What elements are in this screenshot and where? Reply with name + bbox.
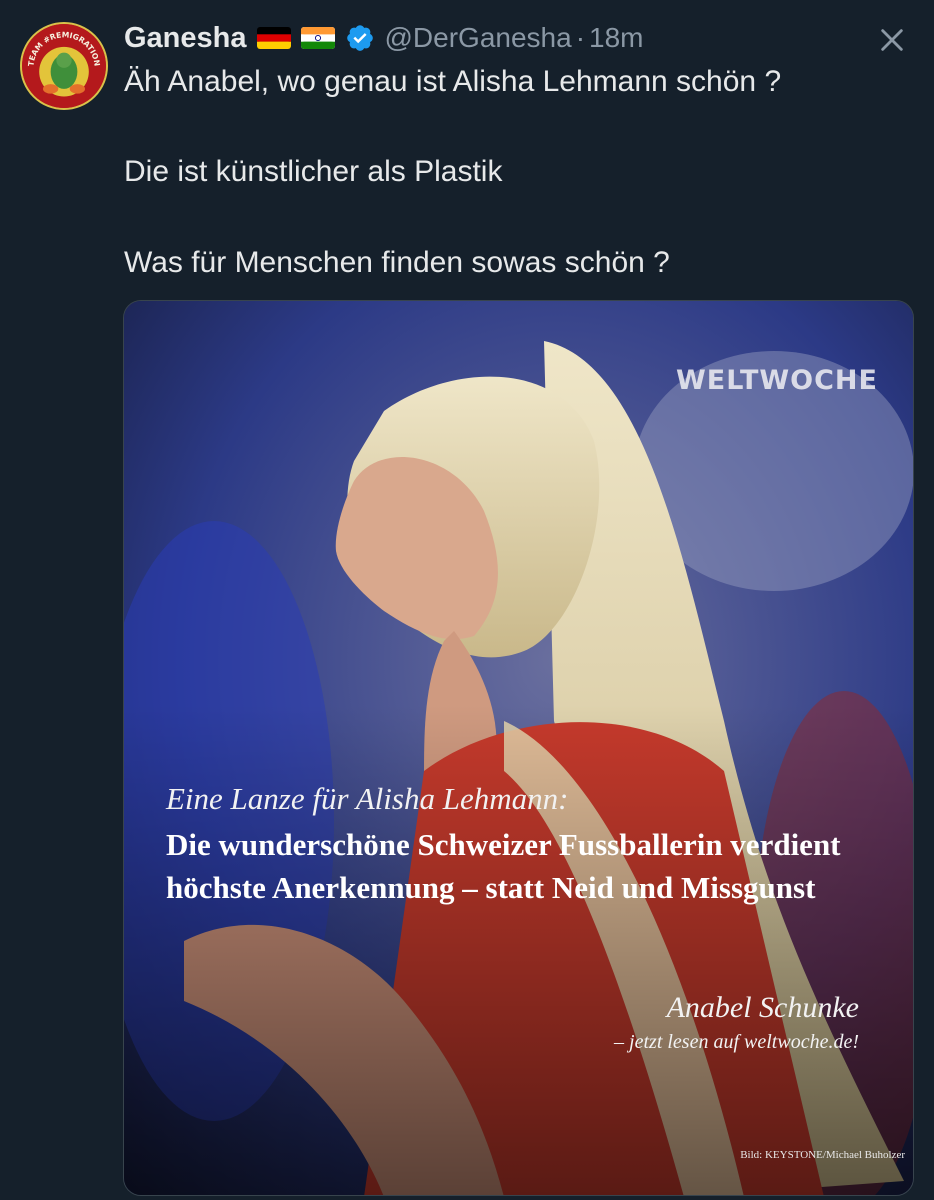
article-headline: Die wunderschöne Schweizer Fussballerin … [166, 827, 841, 905]
close-icon [881, 29, 903, 51]
tweet-media-image[interactable]: WELTWOCHE Eine Lanze für Alisha Lehmann:… [123, 300, 914, 1196]
verified-badge-icon [345, 23, 375, 53]
separator-dot: · [575, 22, 586, 53]
tweet-text-line: Äh Anabel, wo genau ist Alisha Lehmann s… [124, 65, 782, 98]
avatar-image: TEAM #REMIGRATION [22, 24, 106, 108]
publisher-watermark: WELTWOCHE [676, 365, 878, 396]
avatar[interactable]: TEAM #REMIGRATION [20, 22, 108, 110]
handle[interactable]: @DerGanesha [385, 22, 572, 54]
tweet-text-line: Die ist künstlicher als Plastik [124, 155, 503, 188]
flag-germany-icon [256, 27, 291, 49]
flag-india-icon [300, 27, 335, 49]
display-name[interactable]: Ganesha [124, 22, 247, 55]
article-kicker: Eine Lanze für Alisha Lehmann: [166, 781, 569, 816]
photo-background [124, 301, 913, 1195]
close-button[interactable] [872, 20, 912, 60]
article-read-more: – jetzt lesen auf weltwoche.de! [614, 1031, 859, 1053]
photo-credit: Bild: KEYSTONE/Michael Buholzer [740, 1149, 905, 1161]
tweet[interactable]: TEAM #REMIGRATION Ganesha @DerGanesha · … [0, 0, 934, 1200]
article-author: Anabel Schunke [666, 991, 859, 1024]
timestamp[interactable]: 18m [589, 22, 643, 54]
tweet-header: Ganesha @DerGanesha · 18m [124, 18, 643, 58]
tweet-text-line: Was für Menschen finden sowas schön ? [124, 246, 670, 279]
